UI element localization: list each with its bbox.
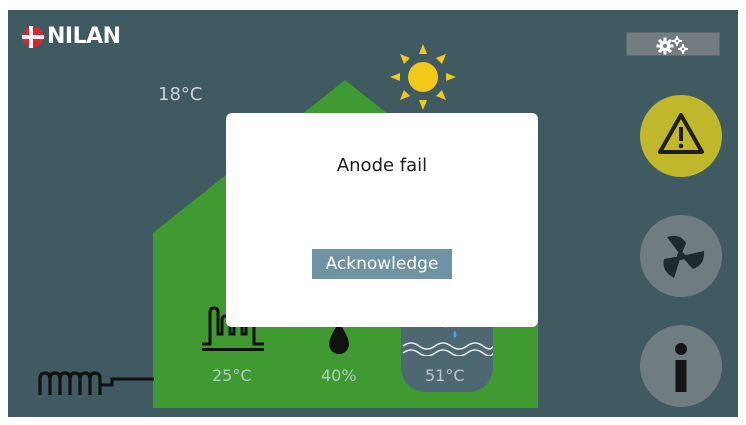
heating-temperature: 25°C [212,366,252,385]
brand-logo: NILAN [22,24,121,49]
nilan-control-screen: NILAN 18°C 25°C 40% 51°C Anode fail Ackn… [8,10,738,417]
alarm-dialog: Anode fail Acknowledge [226,113,538,327]
humidity-value: 40% [321,366,357,385]
alarm-message: Anode fail [336,155,428,176]
settings-button[interactable] [626,32,720,56]
brand-name: NILAN [47,24,121,49]
alarm-button[interactable] [640,95,722,177]
ventilation-button[interactable] [640,215,722,297]
gears-icon [656,36,688,55]
fan-icon [663,235,705,278]
sun-icon [390,44,456,110]
info-button[interactable] [640,325,722,407]
water-temperature: 51°C [425,366,465,385]
outdoor-temperature: 18°C [158,84,203,105]
info-icon [675,343,687,392]
radiator-icon [38,371,154,395]
warning-triangle-icon [658,113,704,154]
acknowledge-button[interactable]: Acknowledge [312,249,452,279]
danish-flag-icon [22,25,44,48]
